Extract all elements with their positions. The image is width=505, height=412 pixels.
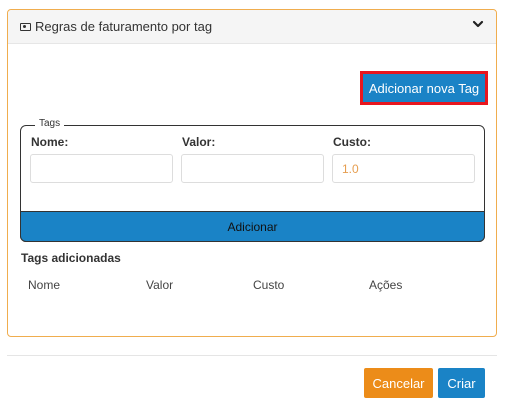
add-tag-button[interactable]: Adicionar bbox=[20, 211, 485, 242]
tags-added-title: Tags adicionadas bbox=[21, 251, 121, 265]
panel-header[interactable]: Regras de faturamento por tag bbox=[8, 10, 496, 44]
value-input[interactable] bbox=[181, 154, 324, 183]
name-label: Nome: bbox=[31, 135, 69, 149]
column-header-value: Valor bbox=[146, 278, 174, 292]
create-button[interactable]: Criar bbox=[438, 368, 485, 398]
column-header-cost: Custo bbox=[253, 278, 285, 292]
panel-title: Regras de faturamento por tag bbox=[20, 19, 212, 34]
cost-input[interactable] bbox=[332, 154, 475, 183]
value-label: Valor: bbox=[182, 135, 216, 149]
chevron-down-icon[interactable] bbox=[471, 17, 485, 31]
column-header-name: Nome bbox=[28, 278, 61, 292]
cancel-button[interactable]: Cancelar bbox=[364, 368, 433, 398]
name-input[interactable] bbox=[30, 154, 173, 183]
panel-title-text: Regras de faturamento por tag bbox=[35, 19, 213, 34]
footer-divider bbox=[7, 355, 497, 356]
money-icon bbox=[20, 22, 31, 31]
add-new-tag-button[interactable]: Adicionar nova Tag bbox=[363, 74, 485, 102]
tags-legend: Tags bbox=[35, 118, 65, 129]
cost-label: Custo: bbox=[333, 135, 371, 149]
column-header-actions: Ações bbox=[369, 278, 403, 292]
